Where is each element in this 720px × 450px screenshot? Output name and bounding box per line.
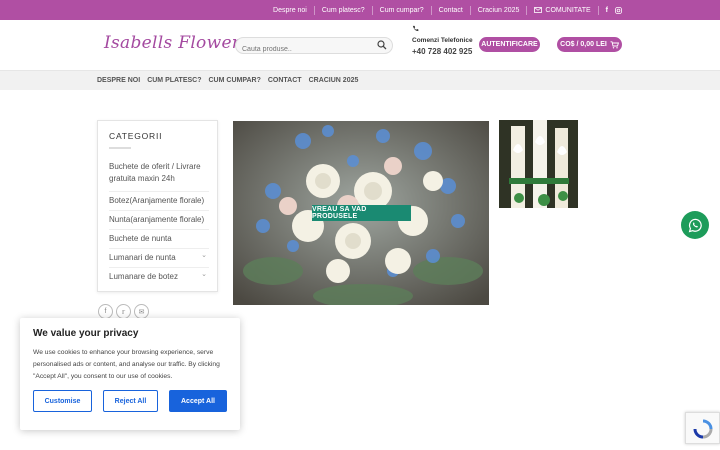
cart-button[interactable]: CO$ / 0,00 LEI <box>557 37 622 52</box>
category-item-lumanari-nunta[interactable]: Lumanari de nunta <box>109 248 209 264</box>
phone-label: Comenzi Telefonice <box>412 37 473 44</box>
cart-icon <box>610 40 619 48</box>
recaptcha-badge[interactable] <box>685 412 720 444</box>
topbar-link-platesc[interactable]: Cum platesc? <box>322 7 365 14</box>
nav-item-platesc[interactable]: CUM PLATESC? <box>147 77 201 84</box>
site-logo[interactable]: Isabells Flowers <box>104 33 249 53</box>
topbar-link-cumpar[interactable]: Cum cumpar? <box>380 7 424 14</box>
chevron-down-icon[interactable]: ⌄ <box>201 270 207 278</box>
topbar-link-despre[interactable]: Despre noi <box>273 7 307 14</box>
reject-all-button[interactable]: Reject All <box>103 390 158 412</box>
facebook-icon[interactable]: f <box>606 7 608 14</box>
nav-item-contact[interactable]: CONTACT <box>268 77 302 84</box>
email-share-icon[interactable]: ✉ <box>134 304 149 319</box>
topbar-link-craciun[interactable]: Craciun 2025 <box>478 7 520 14</box>
mail-icon <box>534 7 543 13</box>
cart-label: CO$ / 0,00 LEI <box>560 41 607 48</box>
login-button[interactable]: AUTENTIFICARE <box>479 37 540 52</box>
main-nav: DESPRE NOI CUM PLATESC? CUM CUMPAR? CONT… <box>0 70 720 90</box>
phone-number[interactable]: +40 728 402 925 <box>412 47 473 57</box>
divider <box>109 147 131 149</box>
category-item-buchete-nunta[interactable]: Buchete de nunta <box>109 229 209 245</box>
customise-button[interactable]: Customise <box>33 390 92 412</box>
categories-title: CATEGORII <box>109 131 163 141</box>
facebook-share-icon[interactable]: f <box>98 304 113 319</box>
nav-item-craciun[interactable]: CRACIUN 2025 <box>309 77 359 84</box>
cookie-text: We use cookies to enhance your browsing … <box>33 349 220 380</box>
category-item-nunta[interactable]: Nunta(aranjamente florale) <box>109 210 209 226</box>
whatsapp-button[interactable] <box>681 211 709 239</box>
category-item-botez[interactable]: Botez(Aranjamente florale) <box>109 191 209 207</box>
top-bar: Despre noi Cum platesc? Cum cumpar? Cont… <box>0 0 720 20</box>
topbar-link-contact[interactable]: Contact <box>439 7 463 14</box>
category-item-lumanare-botez[interactable]: Lumanare de botez <box>109 267 209 283</box>
category-item-buchete-oferit[interactable]: Buchete de oferit / Livrare gratuita max… <box>109 161 209 185</box>
phone-block: Comenzi Telefonice +40 728 402 925 <box>412 25 473 57</box>
topbar-community-link[interactable]: COMUNITATE <box>534 6 591 14</box>
view-products-button[interactable]: VREAU SA VAD PRODUSELE <box>312 205 411 221</box>
categories-widget: CATEGORII Buchete de oferit / Livrare gr… <box>97 120 218 292</box>
accept-all-button[interactable]: Accept All <box>169 390 227 412</box>
divider <box>526 5 528 15</box>
nav-item-despre[interactable]: DESPRE NOI <box>97 77 140 84</box>
community-label: COMUNITATE <box>545 6 591 14</box>
divider <box>469 5 471 15</box>
instagram-icon[interactable] <box>615 6 622 14</box>
cookie-title: We value your privacy <box>33 328 139 339</box>
divider <box>597 5 599 15</box>
whatsapp-icon <box>688 218 702 232</box>
search-input[interactable] <box>236 42 366 57</box>
divider <box>371 5 373 15</box>
divider <box>313 5 315 15</box>
chevron-down-icon[interactable]: ⌄ <box>201 251 207 259</box>
nav-item-cumpar[interactable]: CUM CUMPAR? <box>209 77 261 84</box>
recaptcha-icon <box>693 419 713 439</box>
search-icon[interactable] <box>377 40 387 50</box>
share-icons: f 𝕣 ✉ <box>98 304 149 319</box>
twitter-share-icon[interactable]: 𝕣 <box>116 304 131 319</box>
site-header: Isabells Flowers Comenzi Telefonice +40 … <box>0 20 720 70</box>
candle-image <box>499 120 578 208</box>
search-box <box>235 37 393 57</box>
candle-thumbnail[interactable] <box>499 120 578 208</box>
cookie-consent-dialog: We value your privacy We use cookies to … <box>20 318 240 430</box>
phone-icon <box>412 25 419 32</box>
divider <box>430 5 432 15</box>
